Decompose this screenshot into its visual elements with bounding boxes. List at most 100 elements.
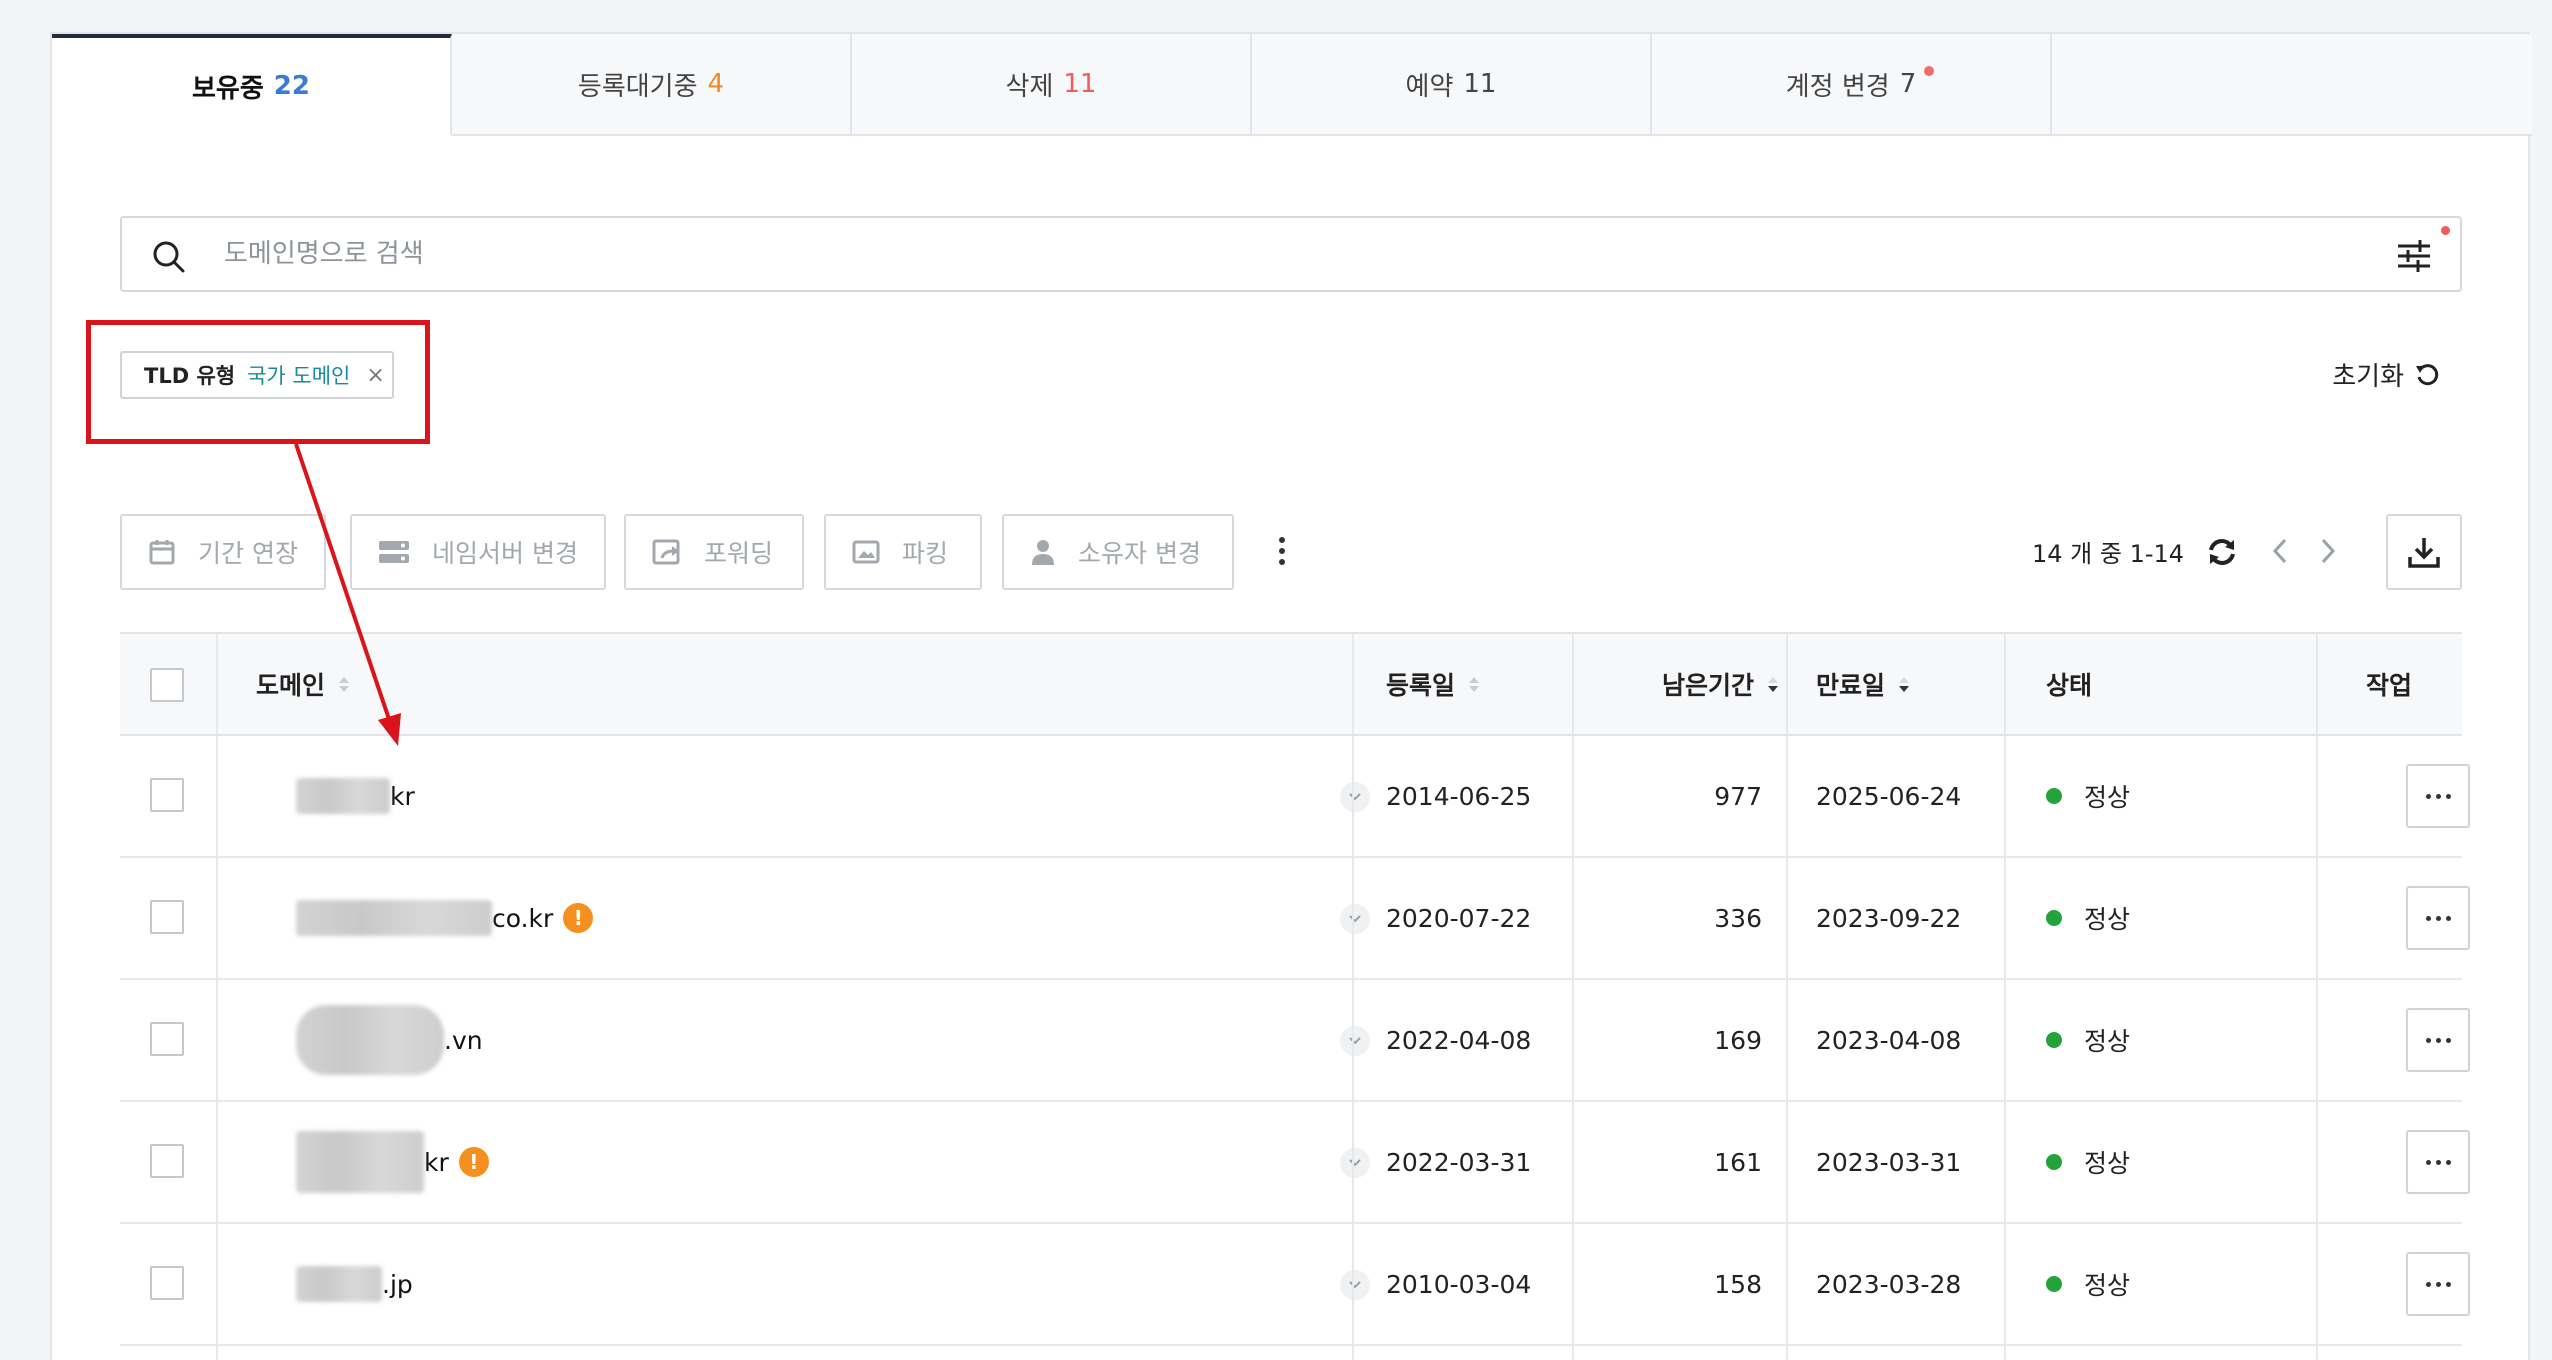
chevron-left-icon[interactable] [2270,536,2290,566]
calendar-icon [149,540,175,565]
redacted-domain-name [296,778,390,814]
image-icon [852,540,880,564]
redacted-domain-name [296,1266,382,1302]
tab-owned-label: 보유중 [192,73,264,104]
header-status: 상태 [2046,671,2093,700]
remaining-days: 169 [1714,1025,1762,1055]
row-actions-button[interactable] [2406,886,2470,950]
tab-reserved[interactable]: 예약 11 [1252,34,1652,136]
header-expires[interactable]: 만료일 [1816,634,1910,734]
tab-owned-count: 22 [273,71,310,101]
domain-cell[interactable]: kr! [296,1102,489,1222]
download-button[interactable] [2386,514,2462,590]
chevron-down-icon[interactable] [1340,782,1370,812]
sort-icon [1469,676,1480,692]
filter-settings-icon[interactable] [2394,236,2434,276]
user-icon [1032,540,1054,565]
select-all-checkbox[interactable] [150,668,184,702]
reset-icon [2416,363,2439,385]
chevron-down-icon[interactable] [1340,904,1370,934]
search-icon [153,241,185,273]
header-registered[interactable]: 등록일 [1386,634,1480,734]
more-actions-icon[interactable] [1272,528,1292,574]
tab-reserved-label: 예약 [1405,71,1454,102]
registered-date: 2022-04-08 [1386,1025,1532,1055]
expiry-date: 2023-09-22 [1816,903,1962,933]
tab-bar-filler [2052,34,2532,136]
table-row: co.kr! 2020-07-22 336 2023-09-22 정상 [120,858,2470,980]
extend-period-button[interactable]: 기간 연장 [120,514,326,590]
sort-icon [339,676,350,692]
reset-filters-button[interactable]: 초기화 [2332,356,2440,393]
remaining-days: 336 [1714,903,1762,933]
change-nameserver-button[interactable]: 네임서버 변경 [350,514,606,590]
reset-label: 초기화 [2332,362,2404,392]
sort-desc-icon [1899,676,1910,692]
tab-account-change[interactable]: 계정 변경 7 [1652,34,2052,136]
status-ok-icon [2046,1154,2062,1170]
extend-period-label: 기간 연장 [198,539,298,568]
table-header: 도메인 등록일 남은기간 만료일 상태 작업 [120,632,2462,736]
row-checkbox[interactable] [150,1266,184,1300]
chevron-down-icon[interactable] [1340,1026,1370,1056]
domain-cell[interactable]: kr [296,736,415,856]
row-actions-button[interactable] [2406,764,2470,828]
forwarding-button[interactable]: 포워딩 [624,514,804,590]
expiry-date: 2023-04-08 [1816,1025,1962,1055]
server-icon [379,541,409,563]
tab-pending-count: 4 [707,69,725,99]
change-owner-button[interactable]: 소유자 변경 [1002,514,1234,590]
refresh-icon[interactable] [2204,534,2240,570]
tab-owned[interactable]: 보유중 22 [52,34,452,136]
domain-cell[interactable]: .vn [296,980,483,1100]
tab-reserved-count: 11 [1463,69,1497,99]
expiry-date: 2025-06-24 [1816,781,1962,811]
tab-deleted-count: 11 [1063,69,1097,99]
tab-pending[interactable]: 등록대기중 4 [452,34,852,136]
chevron-right-icon[interactable] [2318,536,2338,566]
row-checkbox[interactable] [150,1022,184,1056]
status-cell: 정상 [2046,736,2130,856]
remaining-days: 161 [1714,1147,1762,1177]
row-checkbox[interactable] [150,1144,184,1178]
chevron-down-icon[interactable] [1340,1148,1370,1178]
table-row: .jp 2010-03-04 158 2023-03-28 정상 [120,1224,2470,1346]
row-checkbox[interactable] [150,900,184,934]
annotation-highlight-box [86,320,430,444]
tab-account-change-label: 계정 변경 [1785,71,1890,102]
search-input[interactable] [224,232,2224,276]
status-ok-icon [2046,788,2062,804]
expiry-date: 2023-03-28 [1816,1269,1962,1299]
redacted-domain-name [296,900,492,936]
sort-desc-icon [1768,676,1778,692]
remaining-days: 158 [1714,1269,1762,1299]
domain-panel: 보유중 22 등록대기중 4 삭제 11 예약 11 계정 변경 7 도메인명으… [50,32,2532,1360]
forwarding-label: 포워딩 [704,539,774,568]
parking-button[interactable]: 파킹 [824,514,982,590]
tab-deleted-label: 삭제 [1005,71,1054,102]
domain-cell[interactable]: .jp [296,1224,413,1344]
forward-icon [652,539,680,565]
row-actions-button[interactable] [2406,1252,2470,1316]
header-domain[interactable]: 도메인 [256,634,350,734]
warning-icon[interactable]: ! [563,903,594,933]
tab-bar: 보유중 22 등록대기중 4 삭제 11 예약 11 계정 변경 7 [52,34,2532,136]
status-cell: 정상 [2046,1102,2130,1222]
header-remaining[interactable]: 남은기간 [1572,634,1778,734]
registered-date: 2014-06-25 [1386,781,1532,811]
row-actions-button[interactable] [2406,1130,2470,1194]
tab-deleted[interactable]: 삭제 11 [852,34,1252,136]
row-checkbox[interactable] [150,778,184,812]
header-action: 작업 [2365,671,2412,700]
warning-icon[interactable]: ! [458,1147,489,1177]
change-nameserver-label: 네임서버 변경 [432,539,578,568]
registered-date: 2010-03-04 [1386,1269,1532,1299]
status-ok-icon [2046,1276,2062,1292]
status-cell: 정상 [2046,858,2130,978]
parking-label: 파킹 [902,539,949,568]
table-row: kr! 2022-03-31 161 2023-03-31 정상 [120,1102,2470,1224]
redacted-domain-name [296,1131,424,1193]
row-actions-button[interactable] [2406,1008,2470,1072]
domain-cell[interactable]: co.kr! [296,858,594,978]
chevron-down-icon[interactable] [1340,1270,1370,1300]
